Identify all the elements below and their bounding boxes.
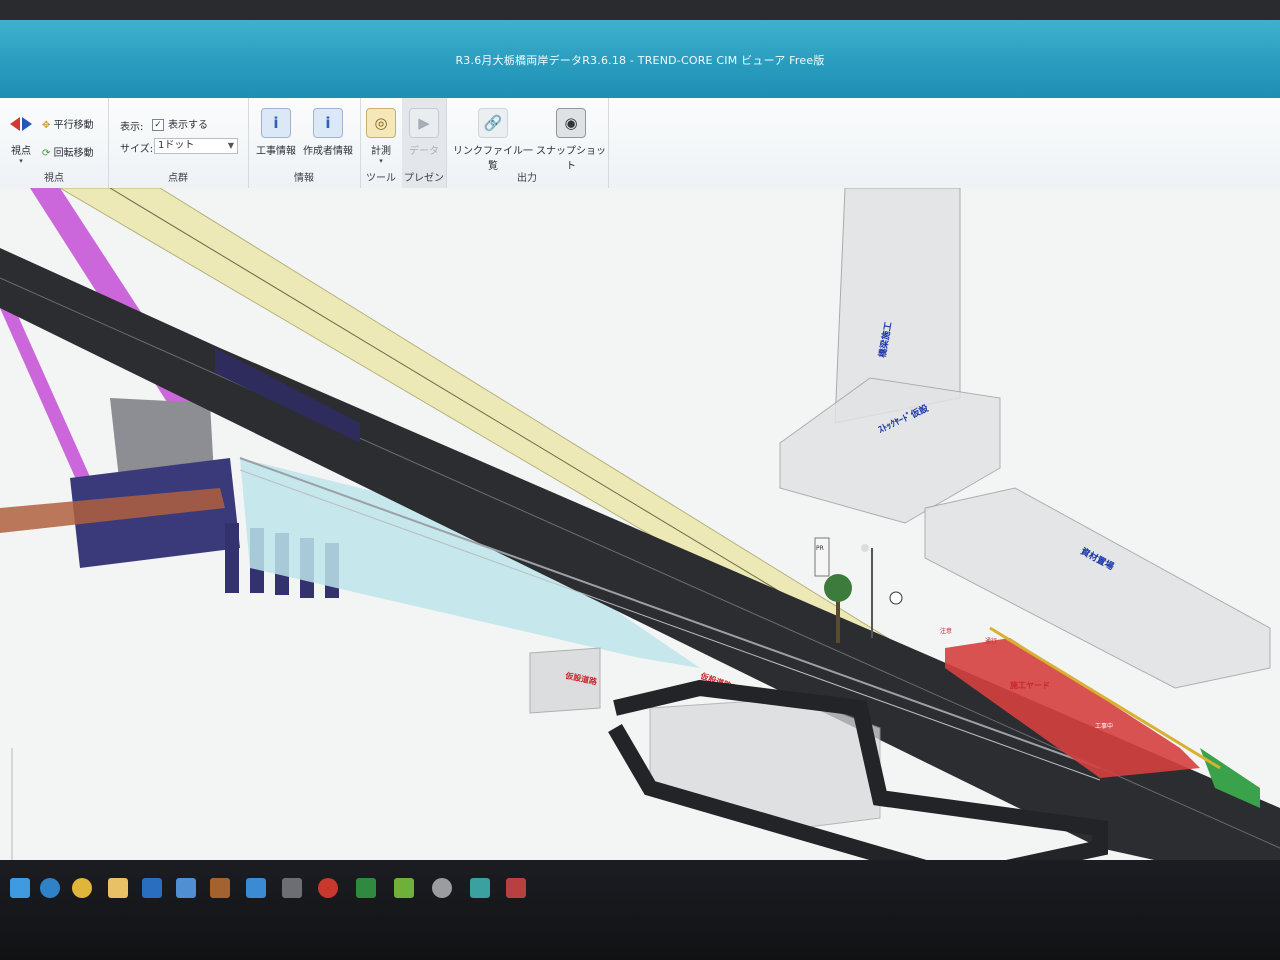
- author-info-icon: i: [313, 108, 343, 138]
- camera-icon: ◉: [556, 108, 586, 138]
- ghost-box-4: [649, 697, 881, 829]
- measure-label: 計測: [371, 146, 391, 157]
- snapshot-button[interactable]: ◉ スナップショット: [536, 108, 606, 172]
- title-bar: R3.6月大栃橋両岸データR3.6.18 - TREND-CORE CIM ビュ…: [0, 20, 1280, 98]
- display-checkbox-label: 表示する: [168, 120, 208, 131]
- size-select[interactable]: 1ドット ▼: [154, 138, 238, 154]
- author-info-button[interactable]: i 作成者情報: [300, 108, 356, 157]
- pan-button[interactable]: ✥ 平行移動: [42, 116, 94, 131]
- bridge-model-scene: 橋梁施工 ｽﾄｯｸﾔｰﾄﾞ仮設 資材置場 仮設道路 仮設道路工事 施工ヤード P…: [0, 188, 1280, 888]
- construction-info-button[interactable]: i 工事情報: [252, 108, 300, 157]
- red-label-3: 施工ヤード: [1010, 680, 1050, 690]
- 3d-viewport[interactable]: 橋梁施工 ｽﾄｯｸﾔｰﾄﾞ仮設 資材置場 仮設道路 仮設道路工事 施工ヤード P…: [0, 188, 1280, 888]
- rotate-button-label: 回転移動: [53, 148, 94, 159]
- ribbon-group-pointcloud: 表示: ✓ 表示する サイズ: 1ドット ▼ 点群: [108, 98, 249, 188]
- group-label-present: プレゼン: [404, 173, 444, 184]
- ribbon-group-tool: ◎ 計測 ▾ ツール: [360, 98, 403, 188]
- windows-icon[interactable]: [10, 878, 30, 898]
- construction-info-label: 工事情報: [256, 146, 296, 157]
- ribbon-group-present: ▶ データ プレゼン: [402, 98, 447, 188]
- display-checkbox[interactable]: ✓ 表示する: [152, 116, 208, 131]
- tape-measure-icon: ◎: [366, 108, 396, 138]
- group-label-tool: ツール: [366, 173, 396, 184]
- rotate-icon: ⟳: [42, 148, 51, 159]
- viewpoint-arrows-icon: [7, 110, 35, 138]
- palm-tree-icon: [824, 574, 852, 602]
- author-info-label: 作成者情報: [303, 146, 353, 157]
- present-button-label: データ: [409, 146, 439, 157]
- pan-icon: ✥: [42, 120, 51, 131]
- pan-button-label: 平行移動: [53, 120, 94, 131]
- app-icon[interactable]: [470, 878, 490, 898]
- store-icon[interactable]: [176, 878, 196, 898]
- sign-1: PR: [816, 545, 824, 552]
- edge-icon[interactable]: [40, 878, 60, 898]
- size-label: サイズ:: [120, 144, 154, 155]
- sign-4: 工事中: [1095, 722, 1113, 730]
- rotate-button[interactable]: ⟳ 回転移動: [42, 144, 94, 159]
- ribbon-group-output: 🔗 リンクファイル一覧 ◉ スナップショット 出力: [446, 98, 609, 188]
- camera-play-icon: ▶: [409, 108, 439, 138]
- ribbon-group-info: i 工事情報 i 作成者情報 情報: [248, 98, 361, 188]
- app-icon[interactable]: [246, 878, 266, 898]
- group-label-viewpoint: 視点: [44, 173, 64, 184]
- app-icon[interactable]: [282, 878, 302, 898]
- app-icon[interactable]: [394, 878, 414, 898]
- sign-3: 通行: [985, 637, 997, 645]
- window-title: R3.6月大栃橋両岸データR3.6.18 - TREND-CORE CIM ビュ…: [455, 54, 825, 67]
- app-icon[interactable]: [432, 878, 452, 898]
- outlook-icon[interactable]: [142, 878, 162, 898]
- sign-board: [814, 537, 830, 577]
- group-label-output: 出力: [517, 173, 537, 184]
- dropdown-caret-icon: ▾: [379, 157, 383, 165]
- display-label: 表示:: [120, 122, 144, 133]
- group-label-pointcloud: 点群: [168, 173, 188, 184]
- app-icon[interactable]: [506, 878, 526, 898]
- snapshot-label: スナップショット: [536, 146, 606, 172]
- link-files-label: リンクファイル一覧: [453, 146, 533, 172]
- explorer-icon[interactable]: [108, 878, 128, 898]
- construction-info-icon: i: [261, 108, 291, 138]
- powerpoint-icon[interactable]: [318, 878, 338, 898]
- street-lamp-icon: [861, 544, 869, 552]
- pier-column: [225, 523, 239, 593]
- excel-icon[interactable]: [356, 878, 376, 898]
- checkbox-checked-icon: ✓: [152, 119, 164, 131]
- monitor-screen: R3.6月大栃橋両岸データR3.6.18 - TREND-CORE CIM ビュ…: [0, 20, 1280, 920]
- dropdown-caret-icon: ▾: [19, 157, 23, 165]
- present-button[interactable]: ▶ データ: [408, 108, 440, 157]
- measure-button[interactable]: ◎ 計測 ▾: [364, 108, 398, 165]
- chrome-icon[interactable]: [72, 878, 92, 898]
- ribbon: 視点 ▾ ✥ 平行移動 ⟳ 回転移動 視点 表示: ✓ 表示する サイズ: 1ドッ…: [0, 98, 1280, 189]
- link-files-icon: 🔗: [478, 108, 508, 138]
- taskbar: [0, 860, 1280, 960]
- viewpoint-button[interactable]: 視点 ▾: [6, 110, 36, 165]
- chevron-down-icon: ▼: [227, 141, 234, 150]
- sign-2: 注意: [940, 627, 952, 635]
- link-files-button[interactable]: 🔗 リンクファイル一覧: [450, 108, 536, 172]
- size-select-value: 1ドット: [158, 140, 195, 151]
- traffic-sign-icon: [889, 591, 903, 605]
- group-label-info: 情報: [294, 173, 314, 184]
- ribbon-group-viewpoint: 視点 ▾ ✥ 平行移動 ⟳ 回転移動 視点: [0, 98, 109, 188]
- app-icon[interactable]: [210, 878, 230, 898]
- viewpoint-button-label: 視点: [11, 146, 31, 157]
